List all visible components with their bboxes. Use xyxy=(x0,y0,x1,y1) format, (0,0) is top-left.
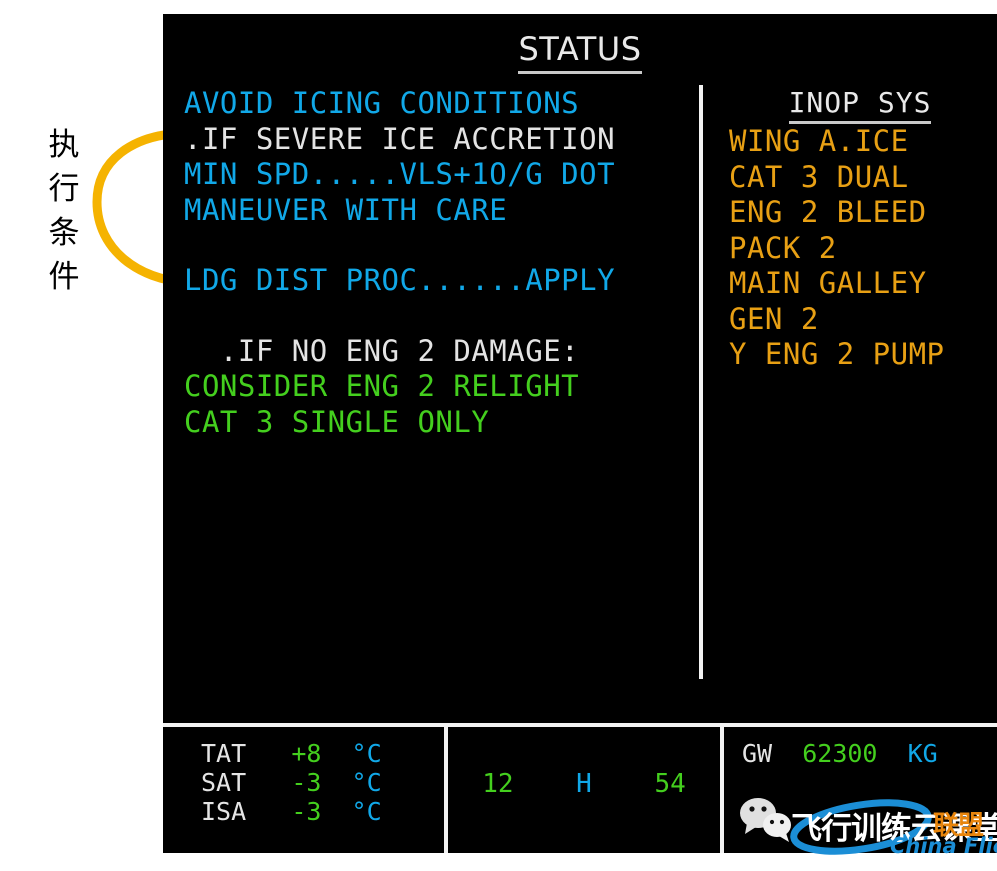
gross-weight-panel: GW 62300 KG xyxy=(720,727,997,853)
clock-panel: 12 H 54 xyxy=(444,727,720,853)
list-item: WING A.ICE xyxy=(729,124,909,158)
procedure-column: AVOID ICING CONDITIONS .IF SEVERE ICE AC… xyxy=(184,86,684,440)
annotation-char: 条 xyxy=(48,215,80,251)
procedure-spacer xyxy=(184,228,684,263)
list-item: CAT 3 DUAL xyxy=(729,159,909,194)
inop-sys-list: WING A.ICE CAT 3 DUAL ENG 2 BLEED PACK 2… xyxy=(723,124,997,373)
annotation-char: 件 xyxy=(48,259,80,295)
procedure-line: CAT 3 SINGLE ONLY xyxy=(184,404,490,439)
gross-weight-label: GW xyxy=(742,739,773,768)
inop-sys-title: INOP SYS xyxy=(723,86,997,124)
page-title: STATUS xyxy=(163,30,997,74)
ecam-status-display: STATUS AVOID ICING CONDITIONS .IF SEVERE… xyxy=(163,14,997,858)
clock-separator: H xyxy=(576,769,592,799)
procedure-line: AVOID ICING CONDITIONS xyxy=(184,86,580,120)
table-row: ISA -3 °C xyxy=(163,797,440,826)
inop-sys-column: INOP SYS WING A.ICE CAT 3 DUAL ENG 2 BLE… xyxy=(723,86,997,373)
temp-label: TAT xyxy=(201,739,247,768)
procedure-line: LDG DIST PROC......APPLY xyxy=(184,263,616,297)
procedure-line-condition: .IF NO ENG 2 DAMAGE: xyxy=(184,333,580,368)
clock-minutes: 54 xyxy=(654,769,686,799)
procedure-line-condition: .IF SEVERE ICE ACCRETION xyxy=(184,121,616,156)
temp-unit: °C xyxy=(351,768,382,797)
list-item: GEN 2 xyxy=(729,301,819,336)
temp-label: SAT xyxy=(201,768,247,797)
procedure-spacer xyxy=(184,299,684,334)
list-item: ENG 2 BLEED xyxy=(729,195,927,229)
temp-unit: °C xyxy=(351,797,382,826)
procedure-line: CONSIDER ENG 2 RELIGHT xyxy=(184,369,580,403)
bottom-status-bar: TAT +8 °C SAT -3 °C ISA -3 °C 12 H 54 GW… xyxy=(163,723,997,853)
clock-readout: 12 H 54 xyxy=(448,727,720,799)
temp-label: ISA xyxy=(201,797,247,826)
gross-weight-value: 62300 xyxy=(802,739,878,768)
temp-value: -3 xyxy=(291,768,322,797)
temperature-panel: TAT +8 °C SAT -3 °C ISA -3 °C xyxy=(163,727,440,853)
annotation-area: 执 行 条 件 xyxy=(0,0,191,853)
procedure-line: MANEUVER WITH CARE xyxy=(184,192,508,227)
gross-weight-readout: GW 62300 KG xyxy=(724,727,997,768)
list-item: Y ENG 2 PUMP xyxy=(729,337,945,371)
list-item: PACK 2 xyxy=(729,230,837,265)
table-row: SAT -3 °C xyxy=(163,768,440,797)
table-row: TAT +8 °C xyxy=(163,739,440,768)
temp-value: +8 xyxy=(291,739,322,768)
annotation-char: 行 xyxy=(48,171,80,207)
gross-weight-unit: KG xyxy=(907,739,938,768)
column-divider xyxy=(699,85,703,679)
temp-value: -3 xyxy=(291,797,322,826)
procedure-line: MIN SPD.....VLS+1O/G DOT xyxy=(184,157,616,191)
page-title-text: STATUS xyxy=(518,30,642,74)
list-item: MAIN GALLEY xyxy=(729,266,927,300)
temp-unit: °C xyxy=(351,739,382,768)
clock-hours: 12 xyxy=(482,769,514,799)
annotation-label-execution-conditions: 执 行 条 件 xyxy=(38,123,90,299)
annotation-char: 执 xyxy=(48,127,80,163)
inop-sys-title-text: INOP SYS xyxy=(788,86,932,124)
